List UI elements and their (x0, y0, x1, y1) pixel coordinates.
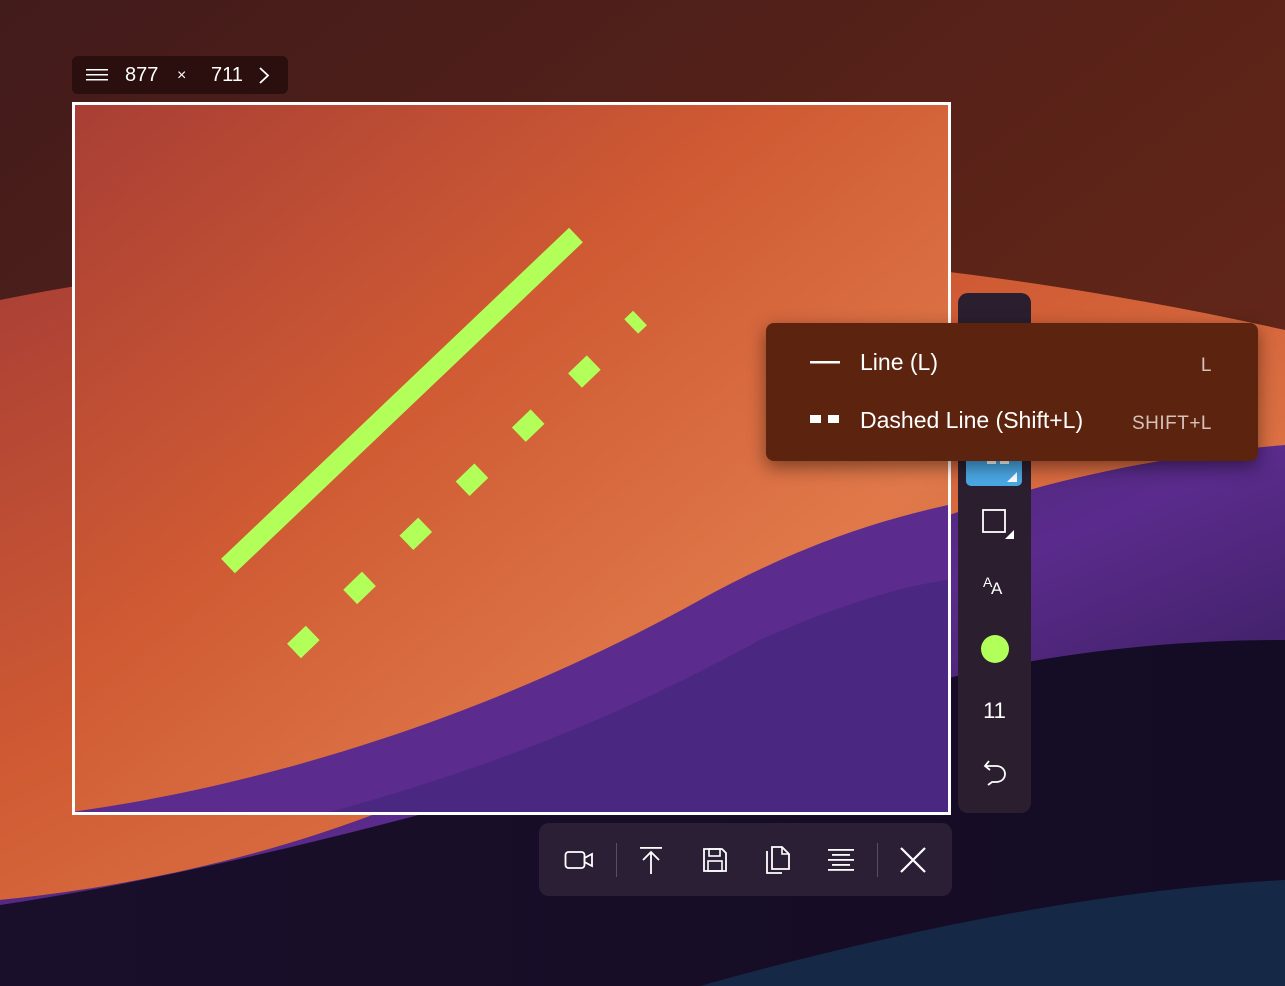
menu-item-shortcut: L (1200, 355, 1212, 376)
close-button[interactable] (889, 836, 937, 884)
menu-item-dashed-line[interactable]: Dashed Line (Shift+L) SHIFT+L (766, 393, 1258, 449)
expand-corner-icon (1007, 472, 1017, 482)
action-toolbar (539, 823, 952, 896)
save-button[interactable] (691, 836, 739, 884)
svg-text:A: A (991, 579, 1003, 598)
selection-size-bar[interactable]: 877 × 711 (72, 56, 288, 94)
color-swatch-icon (980, 635, 1009, 663)
text-tool-button[interactable]: A A (965, 562, 1024, 608)
hamburger-menu-icon[interactable] (86, 67, 108, 83)
menu-item-label: Dashed Line (Shift+L) (860, 407, 1084, 433)
menu-item-shortcut: SHIFT+L (1131, 413, 1212, 434)
rectangle-tool-button[interactable] (965, 500, 1024, 546)
close-icon (900, 847, 926, 873)
ocr-text-button[interactable] (817, 836, 865, 884)
copy-icon (766, 846, 790, 874)
chevron-right-icon[interactable] (258, 67, 270, 84)
selection-width[interactable]: 877 (125, 64, 158, 87)
selection-height[interactable]: 711 (211, 64, 243, 87)
toolbar-separator (877, 843, 878, 877)
floppy-disk-icon (703, 848, 727, 872)
undo-icon (983, 760, 1006, 786)
toolbar-separator (616, 843, 617, 877)
undo-button[interactable] (965, 749, 1024, 795)
stroke-size-value: 11 (983, 698, 1006, 723)
color-picker-button[interactable] (965, 626, 1024, 672)
text-lines-icon (828, 849, 854, 871)
line-type-menu: Line (L) L Dashed Line (Shift+L) SHIFT+L (766, 323, 1258, 461)
times-sign: × (177, 67, 187, 84)
rectangle-icon (981, 509, 1014, 539)
menu-item-label: Line (L) (860, 349, 938, 375)
dashed-line-icon (810, 415, 839, 423)
solid-line-icon (810, 361, 840, 364)
text-size-icon: A A (983, 574, 1003, 598)
upload-icon (640, 847, 662, 874)
stroke-size-button[interactable]: 11 (965, 688, 1024, 734)
upload-button[interactable] (627, 836, 675, 884)
menu-item-line[interactable]: Line (L) L (766, 335, 1258, 391)
record-video-button[interactable] (555, 836, 603, 884)
copy-button[interactable] (754, 836, 802, 884)
video-camera-icon (564, 851, 593, 869)
